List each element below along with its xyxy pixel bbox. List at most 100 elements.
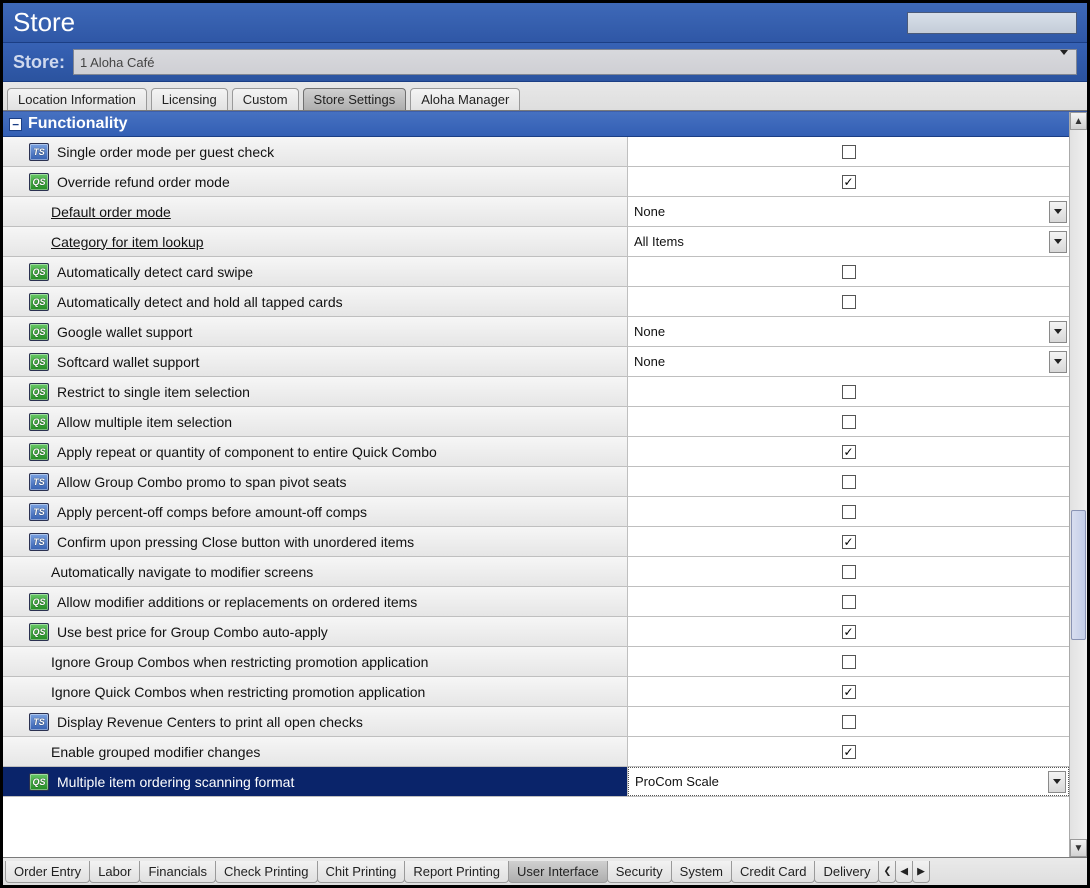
bottom-tab-chit-printing[interactable]: Chit Printing: [317, 861, 406, 883]
section-functionality[interactable]: − Functionality: [3, 112, 1069, 137]
store-select[interactable]: 1 Aloha Café: [73, 49, 1077, 75]
setting-row[interactable]: QSOverride refund order mode: [3, 167, 1069, 197]
bottom-tab-labor[interactable]: Labor: [89, 861, 140, 883]
setting-row[interactable]: TSAllow Group Combo promo to span pivot …: [3, 467, 1069, 497]
tab-licensing[interactable]: Licensing: [151, 88, 228, 110]
checkbox[interactable]: [628, 647, 1069, 676]
checkbox-input[interactable]: [842, 295, 856, 309]
select-value: None: [634, 354, 665, 369]
qs-icon: QS: [29, 413, 49, 431]
setting-row[interactable]: QSAllow multiple item selection: [3, 407, 1069, 437]
collapse-icon[interactable]: −: [9, 118, 22, 131]
setting-label-text: Allow modifier additions or replacements…: [57, 594, 417, 610]
select[interactable]: None: [628, 317, 1069, 346]
setting-label: TSApply percent-off comps before amount-…: [3, 497, 628, 526]
checkbox-input[interactable]: [842, 745, 856, 759]
setting-row[interactable]: Ignore Quick Combos when restricting pro…: [3, 677, 1069, 707]
setting-row[interactable]: QSAutomatically detect card swipe: [3, 257, 1069, 287]
setting-row[interactable]: Automatically navigate to modifier scree…: [3, 557, 1069, 587]
checkbox[interactable]: [628, 497, 1069, 526]
bottom-tab-credit-card[interactable]: Credit Card: [731, 861, 815, 883]
bottom-tab-system[interactable]: System: [671, 861, 732, 883]
checkbox[interactable]: [628, 437, 1069, 466]
checkbox[interactable]: [628, 677, 1069, 706]
checkbox[interactable]: [628, 737, 1069, 766]
checkbox[interactable]: [628, 407, 1069, 436]
setting-row[interactable]: QSGoogle wallet supportNone: [3, 317, 1069, 347]
select[interactable]: ProCom Scale: [628, 767, 1069, 796]
setting-row[interactable]: QSRestrict to single item selection: [3, 377, 1069, 407]
bottom-tab-user-interface[interactable]: User Interface: [508, 861, 608, 883]
scrollbar-vertical[interactable]: ▲ ▼: [1069, 112, 1087, 857]
select[interactable]: All Items: [628, 227, 1069, 256]
tab-aloha-manager[interactable]: Aloha Manager: [410, 88, 520, 110]
setting-row[interactable]: QSMultiple item ordering scanning format…: [3, 767, 1069, 797]
select[interactable]: None: [628, 347, 1069, 376]
setting-row[interactable]: TS Display Revenue Centers to print all o…: [3, 707, 1069, 737]
scroll-track[interactable]: [1070, 130, 1087, 839]
scroll-thumb[interactable]: [1071, 510, 1086, 640]
chevron-down-icon[interactable]: [1049, 351, 1067, 373]
chevron-down-icon[interactable]: [1049, 201, 1067, 223]
checkbox[interactable]: [628, 527, 1069, 556]
bottom-tab-financials[interactable]: Financials: [139, 861, 216, 883]
checkbox-input[interactable]: [842, 625, 856, 639]
checkbox[interactable]: [628, 137, 1069, 166]
bottom-tab-check-printing[interactable]: Check Printing: [215, 861, 318, 883]
checkbox-input[interactable]: [842, 265, 856, 279]
setting-row[interactable]: QSApply repeat or quantity of component …: [3, 437, 1069, 467]
checkbox-input[interactable]: [842, 685, 856, 699]
setting-row[interactable]: Ignore Group Combos when restricting pro…: [3, 647, 1069, 677]
checkbox[interactable]: [628, 257, 1069, 286]
tab-nav-prev[interactable]: ◀: [895, 861, 913, 883]
checkbox-input[interactable]: [842, 715, 856, 729]
checkbox[interactable]: [628, 377, 1069, 406]
scroll-down-button[interactable]: ▼: [1070, 839, 1087, 857]
checkbox[interactable]: [628, 557, 1069, 586]
checkbox-input[interactable]: [842, 415, 856, 429]
setting-row[interactable]: QSAutomatically detect and hold all tapp…: [3, 287, 1069, 317]
checkbox[interactable]: [628, 617, 1069, 646]
chevron-down-icon[interactable]: [1049, 231, 1067, 253]
tab-nav-first[interactable]: ❮: [878, 861, 896, 883]
setting-row[interactable]: QSUse best price for Group Combo auto-ap…: [3, 617, 1069, 647]
checkbox[interactable]: [628, 707, 1069, 736]
tab-location-information[interactable]: Location Information: [7, 88, 147, 110]
checkbox-input[interactable]: [842, 655, 856, 669]
tab-custom[interactable]: Custom: [232, 88, 299, 110]
checkbox-input[interactable]: [842, 565, 856, 579]
tab-store-settings[interactable]: Store Settings: [303, 88, 407, 110]
checkbox-input[interactable]: [842, 385, 856, 399]
bottom-tab-delivery[interactable]: Delivery: [814, 861, 879, 883]
tab-nav-next[interactable]: ▶: [912, 861, 930, 883]
select[interactable]: None: [628, 197, 1069, 226]
setting-label-text: Display Revenue Centers to print all ope…: [57, 714, 363, 730]
checkbox[interactable]: [628, 467, 1069, 496]
bottom-tab-report-printing[interactable]: Report Printing: [404, 861, 509, 883]
setting-row[interactable]: TSConfirm upon pressing Close button wit…: [3, 527, 1069, 557]
setting-row[interactable]: TSSingle order mode per guest check: [3, 137, 1069, 167]
chevron-down-icon[interactable]: [1048, 771, 1066, 793]
checkbox-input[interactable]: [842, 145, 856, 159]
ts-icon: TS: [29, 713, 49, 731]
checkbox-input[interactable]: [842, 505, 856, 519]
checkbox[interactable]: [628, 167, 1069, 196]
titlebar-field[interactable]: [907, 12, 1077, 34]
checkbox[interactable]: [628, 587, 1069, 616]
scroll-up-button[interactable]: ▲: [1070, 112, 1087, 130]
checkbox-input[interactable]: [842, 595, 856, 609]
chevron-down-icon[interactable]: [1049, 321, 1067, 343]
bottom-tab-order-entry[interactable]: Order Entry: [5, 861, 90, 883]
checkbox-input[interactable]: [842, 175, 856, 189]
setting-row[interactable]: QSSoftcard wallet supportNone: [3, 347, 1069, 377]
setting-row[interactable]: QSAllow modifier additions or replacemen…: [3, 587, 1069, 617]
setting-row[interactable]: TSApply percent-off comps before amount-…: [3, 497, 1069, 527]
bottom-tab-security[interactable]: Security: [607, 861, 672, 883]
checkbox-input[interactable]: [842, 475, 856, 489]
checkbox[interactable]: [628, 287, 1069, 316]
checkbox-input[interactable]: [842, 445, 856, 459]
setting-row[interactable]: Enable grouped modifier changes: [3, 737, 1069, 767]
setting-row[interactable]: Category for item lookupAll Items: [3, 227, 1069, 257]
setting-row[interactable]: Default order modeNone: [3, 197, 1069, 227]
checkbox-input[interactable]: [842, 535, 856, 549]
